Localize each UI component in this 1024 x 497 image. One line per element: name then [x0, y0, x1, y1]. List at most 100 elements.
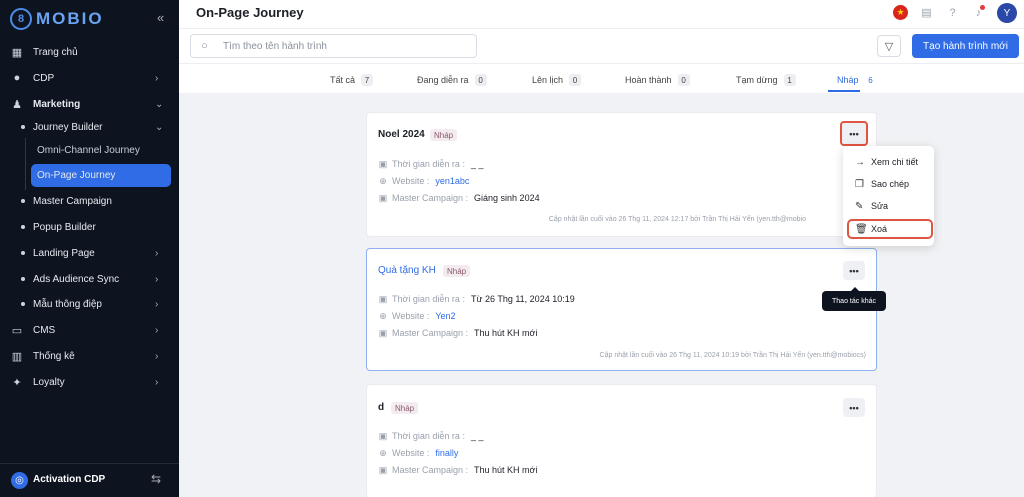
field-label: Master Campaign :	[392, 328, 469, 338]
journey-name[interactable]: d	[378, 402, 384, 413]
journey-name[interactable]: Noel 2024	[378, 129, 425, 140]
field-value: _ _	[470, 431, 484, 441]
filter-button[interactable]: ▽	[877, 35, 901, 57]
journey-website-row: ⊕ Website : Yen2	[378, 310, 455, 322]
toolbar: ○ ▽ Tạo hành trình mới	[179, 28, 1024, 63]
activation-cdp-bar[interactable]: ◎ Activation CDP ⇆	[0, 463, 179, 497]
tab-count: 7	[361, 74, 374, 86]
sidebar-item-cdp[interactable]: ● CDP ›	[0, 67, 179, 89]
chevron-right-icon: ›	[155, 350, 159, 362]
tab-label: Tạm dừng	[736, 75, 778, 85]
book-icon[interactable]: ▤	[919, 5, 934, 20]
search-input[interactable]	[223, 39, 463, 53]
field-label: Website :	[392, 311, 430, 321]
tab-count: 6	[868, 75, 873, 85]
more-actions-button[interactable]: •••	[840, 121, 868, 146]
sidebar-item-omni-channel-journey[interactable]: Omni-Channel Journey	[0, 139, 179, 161]
journey-name[interactable]: Quà tặng KH	[378, 265, 436, 276]
field-label: Thời gian diễn ra :	[392, 431, 465, 441]
avatar[interactable]: Y	[997, 3, 1017, 23]
tab-count: 0	[569, 74, 582, 86]
tab-running[interactable]: Đang diễn ra 0	[417, 72, 487, 88]
switch-icon[interactable]: ⇆	[151, 472, 161, 486]
logo[interactable]: 8 MOBIO	[10, 8, 104, 30]
chevron-right-icon: ›	[155, 273, 159, 285]
tab-paused[interactable]: Tạm dừng 1	[736, 72, 796, 88]
status-badge: Nháp	[391, 402, 419, 414]
journey-master-row: ▣ Master Campaign : Giáng sinh 2024	[378, 192, 540, 204]
journey-card[interactable]: Noel 2024 Nháp ••• ▣ Thời gian diễn ra :…	[366, 112, 877, 237]
sidebar-item-label: Trang chủ	[33, 46, 78, 58]
sidebar: 8 MOBIO « ▦ Trang chủ ● CDP › ♟ Marketin…	[0, 0, 179, 497]
logo-icon: 8	[10, 8, 32, 30]
sidebar-item-label: Thống kê	[33, 350, 75, 362]
logo-text: MOBIO	[36, 9, 104, 28]
copy-icon: ❐	[855, 178, 864, 190]
search-icon: ○	[201, 40, 208, 52]
sidebar-item-ads-audience-sync[interactable]: Ads Audience Sync ›	[0, 268, 179, 290]
menu-item-label: Xem chi tiết	[871, 157, 919, 167]
tab-draft[interactable]: Nháp 6	[837, 72, 877, 88]
sidebar-item-landing-page[interactable]: Landing Page ›	[0, 242, 179, 264]
journey-master-row: ▣ Master Campaign : Thu hút KH mới	[378, 464, 538, 476]
menu-item-delete[interactable]: 🗑 Xoá	[847, 219, 933, 239]
sidebar-item-statistics[interactable]: ▥ Thống kê ›	[0, 345, 179, 367]
tab-completed[interactable]: Hoàn thành 0	[625, 72, 690, 88]
field-label: Master Campaign :	[392, 193, 469, 203]
sidebar-item-loyalty[interactable]: ✦ Loyalty ›	[0, 371, 179, 393]
actions-dropdown-menu: → Xem chi tiết ❐ Sao chép ✎ Sửa 🗑 Xoá	[843, 146, 934, 246]
chevron-down-icon: ⌄	[155, 98, 164, 110]
more-actions-button[interactable]: •••	[843, 261, 865, 280]
sidebar-item-journey-builder[interactable]: Journey Builder ⌄	[0, 116, 179, 138]
sidebar-item-marketing[interactable]: ♟ Marketing ⌄	[0, 93, 179, 115]
create-journey-button[interactable]: Tạo hành trình mới	[912, 34, 1019, 58]
campaign-icon: ▣	[378, 464, 388, 475]
tab-count: 0	[677, 74, 690, 86]
chevron-right-icon: ›	[155, 72, 159, 84]
language-flag-icon[interactable]: ★	[893, 5, 908, 20]
more-actions-button[interactable]: •••	[843, 398, 865, 417]
menu-item-copy[interactable]: ❐ Sao chép	[843, 174, 934, 194]
chart-icon: ▥	[11, 350, 23, 363]
menu-item-label: Sao chép	[871, 179, 910, 189]
tab-all[interactable]: Tất cả 7	[330, 72, 374, 88]
tab-count: 0	[474, 74, 487, 86]
sidebar-item-message-templates[interactable]: Mẫu thông điệp ›	[0, 293, 179, 315]
sidebar-item-home[interactable]: ▦ Trang chủ	[0, 41, 179, 63]
tab-label: Tất cả	[330, 75, 356, 85]
bullet-icon	[21, 199, 25, 203]
sidebar-item-label: Marketing	[33, 98, 81, 110]
menu-item-label: Sửa	[871, 201, 889, 211]
sidebar-item-master-campaign[interactable]: Master Campaign	[0, 190, 179, 212]
globe-icon: ⊕	[379, 175, 387, 186]
help-icon[interactable]: ?	[945, 5, 960, 20]
tab-label: Đang diễn ra	[417, 75, 469, 85]
calendar-icon: ▣	[378, 293, 388, 304]
people-icon: ♟	[12, 98, 22, 111]
journey-card[interactable]: Quà tặng KH Nháp ••• ▣ Thời gian diễn ra…	[366, 248, 877, 371]
globe-icon: ⊕	[379, 310, 387, 321]
website-link[interactable]: yen1abc	[435, 176, 469, 186]
website-link[interactable]: finally	[435, 448, 458, 458]
chevron-right-icon: ›	[155, 324, 159, 336]
sidebar-item-cms[interactable]: ▭ CMS ›	[0, 319, 179, 341]
menu-item-edit[interactable]: ✎ Sửa	[843, 196, 934, 216]
edit-icon: ✎	[855, 200, 864, 212]
sidebar-item-on-page-journey[interactable]: On-Page Journey	[0, 164, 179, 186]
field-label: Website :	[392, 448, 430, 458]
menu-item-view-detail[interactable]: → Xem chi tiết	[843, 152, 934, 172]
journey-time-row: ▣ Thời gian diễn ra : _ _	[378, 430, 484, 442]
field-value: _ _	[470, 159, 484, 169]
field-label: Master Campaign :	[392, 465, 469, 475]
more-actions-tooltip: Thao tác khác	[822, 287, 886, 311]
tab-scheduled[interactable]: Lên lịch 0	[532, 72, 582, 88]
monitor-icon: ▭	[11, 324, 23, 337]
tab-label: Lên lịch	[532, 75, 564, 85]
topbar: On-Page Journey ★ ▤ ? ♪ Y	[179, 0, 1024, 28]
journey-card[interactable]: d Nháp ••• ▣ Thời gian diễn ra : _ _ ⊕ W…	[366, 384, 877, 497]
website-link[interactable]: Yen2	[435, 311, 455, 321]
chevron-down-icon: ⌄	[155, 121, 164, 133]
sidebar-item-popup-builder[interactable]: Popup Builder	[0, 216, 179, 238]
collapse-sidebar-icon[interactable]: «	[157, 10, 164, 25]
bullet-icon	[21, 251, 25, 255]
